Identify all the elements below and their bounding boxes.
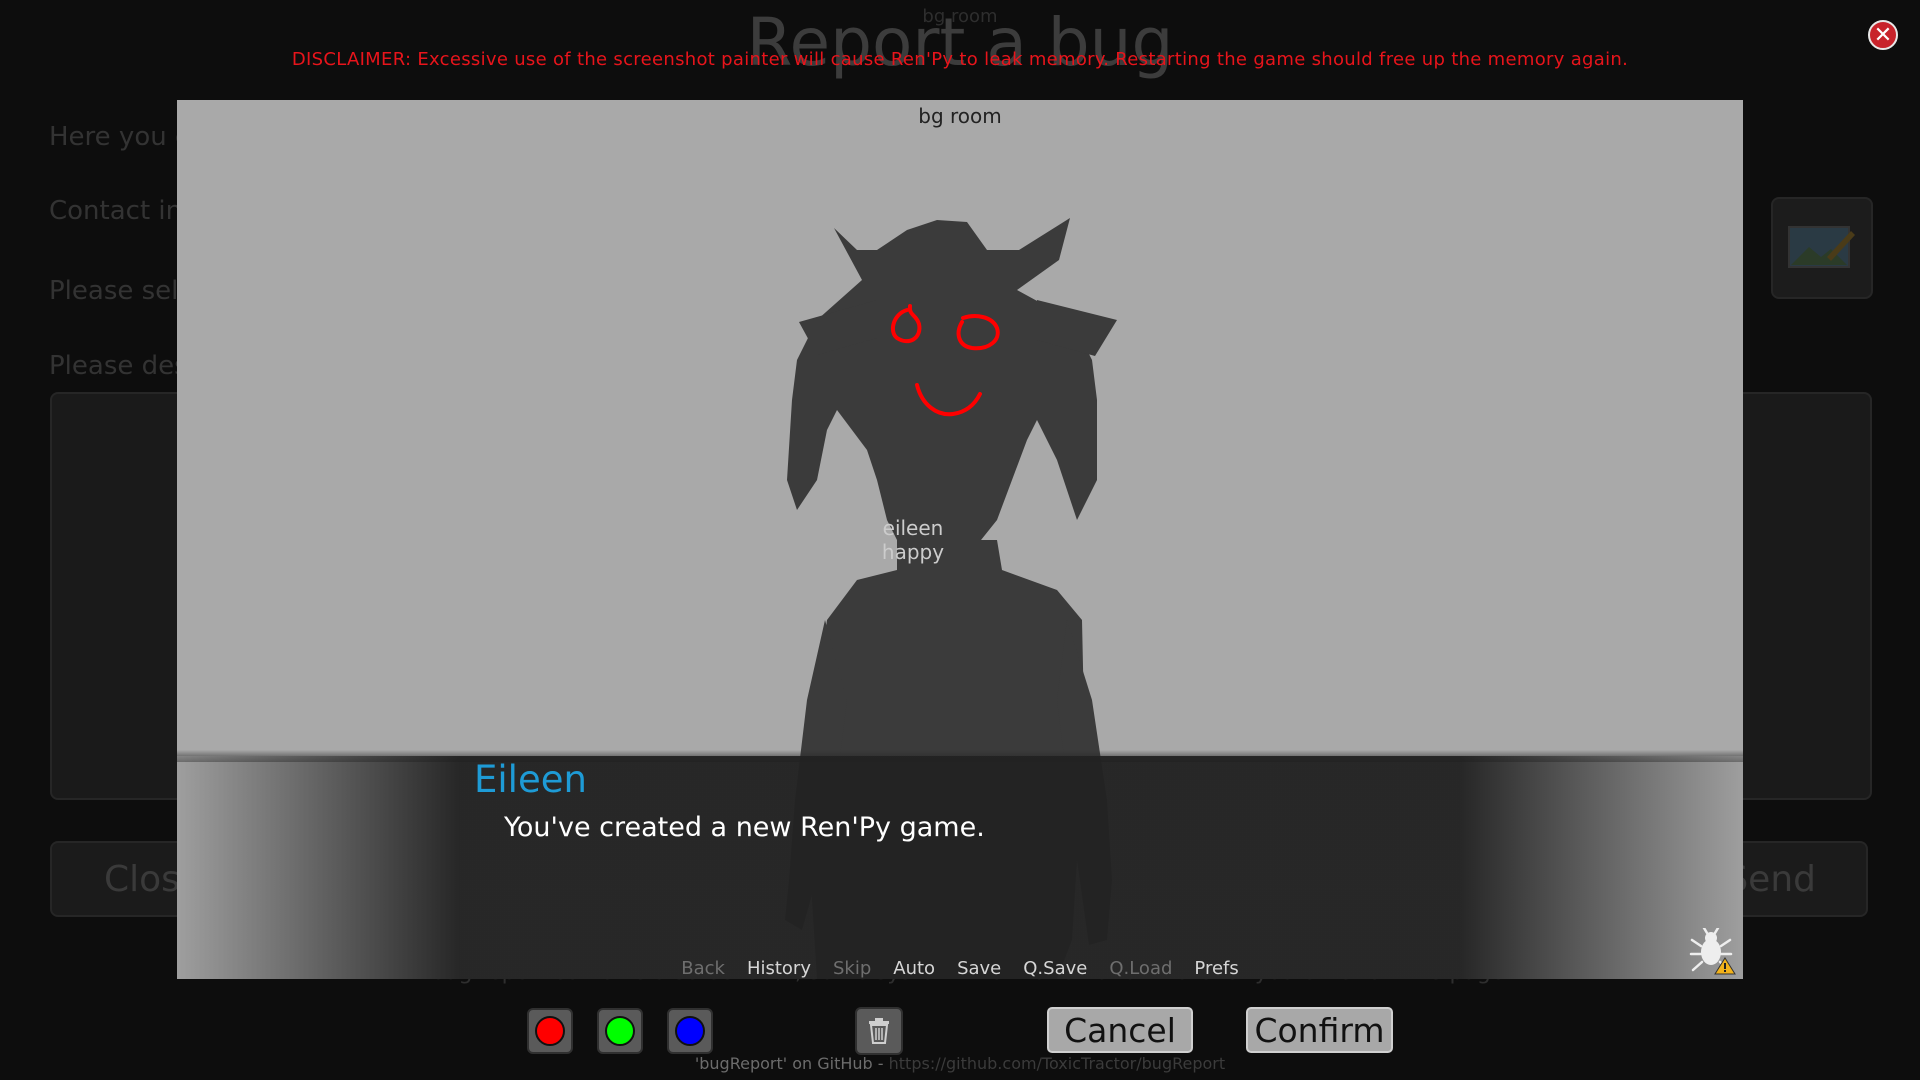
green-swatch <box>605 1016 635 1046</box>
edit-screenshot-button[interactable] <box>1771 197 1873 299</box>
close-icon: ✕ <box>1873 22 1893 48</box>
confirm-button[interactable]: Confirm <box>1246 1007 1393 1053</box>
sprite-label: eileen happy <box>863 516 963 564</box>
quick-menu-qload[interactable]: Q.Load <box>1098 958 1183 979</box>
bug-report-icon[interactable] <box>1689 928 1737 976</box>
quick-menu-prefs[interactable]: Prefs <box>1183 958 1249 979</box>
dialogue-text: You've created a new Ren'Py game. <box>504 812 985 843</box>
sprite-label-name: eileen <box>882 516 944 540</box>
quick-menu-back[interactable]: Back <box>670 958 736 979</box>
description-label: Please des <box>49 351 188 381</box>
dialogue-textbox <box>177 756 1743 979</box>
quick-menu: Back History Skip Auto Save Q.Save Q.Loa… <box>177 958 1743 979</box>
color-green-button[interactable] <box>597 1008 643 1054</box>
sprite-label-expression: happy <box>881 540 945 564</box>
quick-menu-history[interactable]: History <box>736 958 822 979</box>
red-swatch <box>535 1016 565 1046</box>
color-blue-button[interactable] <box>667 1008 713 1054</box>
quick-menu-qsave[interactable]: Q.Save <box>1012 958 1098 979</box>
intro-label: Here you c <box>49 122 190 152</box>
quick-menu-save[interactable]: Save <box>946 958 1012 979</box>
github-footer: 'bugReport' on GitHub - https://github.c… <box>0 1054 1920 1073</box>
memory-disclaimer: DISCLAIMER: Excessive use of the screens… <box>291 49 1629 70</box>
category-label: Please sele <box>49 276 195 306</box>
close-painter-button[interactable]: ✕ <box>1868 20 1898 50</box>
speaker-name: Eileen <box>474 758 587 801</box>
blue-swatch <box>675 1016 705 1046</box>
github-link[interactable]: https://github.com/ToxicTractor/bugRepor… <box>889 1054 1226 1073</box>
quick-menu-skip[interactable]: Skip <box>822 958 882 979</box>
cancel-button[interactable]: Cancel <box>1047 1007 1193 1053</box>
trash-icon <box>869 1018 889 1044</box>
quick-menu-auto[interactable]: Auto <box>882 958 946 979</box>
contact-label: Contact inf <box>49 196 192 226</box>
footer-text: 'bugReport' on GitHub - <box>694 1054 889 1073</box>
clear-drawing-button[interactable] <box>855 1007 903 1055</box>
screenshot-canvas[interactable]: bg room eileen happy Eileen You've creat… <box>177 100 1743 979</box>
image-edit-icon <box>1788 226 1855 268</box>
color-red-button[interactable] <box>527 1008 573 1054</box>
